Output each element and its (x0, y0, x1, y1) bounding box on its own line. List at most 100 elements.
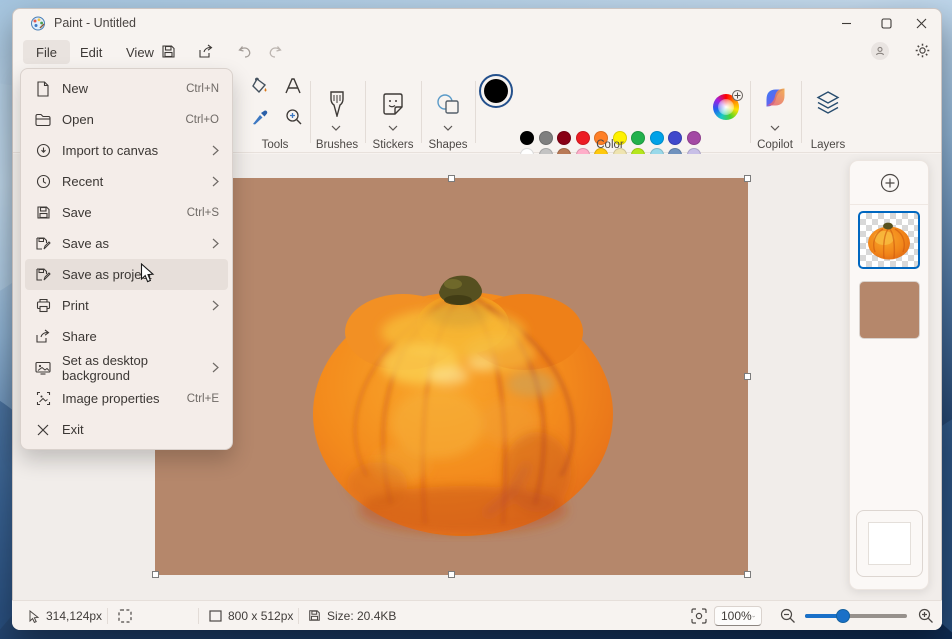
zoom-slider[interactable] (805, 614, 907, 618)
menu-file-label: File (36, 45, 57, 60)
color-swatch[interactable] (557, 131, 571, 145)
layer-thumbnail-pumpkin[interactable] (858, 211, 920, 269)
stickers-label: Stickers (365, 139, 421, 151)
account-button[interactable] (871, 42, 889, 60)
clock-icon (35, 174, 51, 190)
file-menu-item-label: Open (62, 112, 185, 127)
window-title: Paint - Untitled (54, 16, 136, 30)
folder-icon (35, 112, 51, 128)
share-quick-icon[interactable] (198, 44, 214, 59)
color-swatch[interactable] (520, 131, 534, 145)
titlebar[interactable]: Paint - Untitled (13, 9, 941, 37)
redo-icon[interactable] (268, 45, 283, 59)
cursor-position-value: 314,124px (46, 609, 102, 623)
save-icon (35, 205, 51, 221)
import-icon (35, 143, 51, 159)
minimize-button[interactable] (824, 9, 868, 37)
canvas-resize-handle[interactable] (448, 571, 455, 578)
file-menu-item-label: New (62, 81, 186, 96)
menu-edit[interactable]: Edit (67, 40, 115, 64)
zoom-slider-thumb[interactable] (836, 609, 850, 623)
file-menu-item-label: Save (62, 205, 187, 220)
chevron-down-icon (388, 125, 398, 131)
file-menu-item-label: Recent (62, 174, 212, 189)
color-swatch[interactable] (539, 131, 553, 145)
chevron-right-icon (212, 300, 219, 311)
menu-view[interactable]: View (113, 40, 167, 64)
canvas-resize-handle[interactable] (744, 373, 751, 380)
magnifier-tool[interactable] (284, 107, 304, 127)
close-icon (916, 18, 927, 29)
file-menu-item-label: Save as (62, 236, 212, 251)
desktop: Paint - Untitled File Edit View (0, 0, 952, 639)
stickers-button[interactable]: Stickers (365, 73, 421, 151)
file-menu-item-label: Exit (62, 422, 219, 437)
cursor-position-icon (29, 610, 40, 623)
add-layer-icon (879, 172, 901, 194)
file-menu-item-save[interactable]: Save Ctrl+S (25, 197, 228, 228)
text-tool[interactable] (283, 76, 303, 96)
new-file-icon (35, 81, 51, 97)
paint-app-icon (30, 15, 46, 31)
exit-icon (35, 422, 51, 438)
file-menu-item-label: Share (62, 329, 219, 344)
menu-file[interactable]: File (23, 40, 70, 64)
fit-to-screen-icon[interactable] (691, 608, 707, 624)
mouse-cursor (140, 263, 155, 284)
zoom-in-icon[interactable] (918, 608, 934, 624)
layers-button[interactable]: Layers (801, 73, 855, 151)
fill-bucket-tool[interactable] (249, 76, 271, 98)
file-menu-item-set-as-desktop-background[interactable]: Set as desktop background (25, 352, 228, 383)
color-swatch[interactable] (668, 131, 682, 145)
color-swatch[interactable] (650, 131, 664, 145)
add-layer-button[interactable] (879, 172, 901, 194)
shortcut-text: Ctrl+O (185, 114, 219, 126)
background-layer-button[interactable] (856, 510, 923, 577)
edit-colors-wheel[interactable] (713, 94, 739, 120)
image-properties-icon (35, 391, 51, 407)
save-quick-icon[interactable] (161, 44, 176, 59)
copilot-icon (764, 86, 787, 109)
file-menu-item-label: Image properties (62, 391, 187, 406)
close-button[interactable] (899, 9, 943, 37)
copilot-button[interactable]: Copilot (750, 73, 800, 151)
file-menu-item-import-to-canvas[interactable]: Import to canvas (25, 135, 228, 166)
zoom-level-dropdown[interactable]: 100% (714, 606, 762, 626)
zoom-out-icon[interactable] (780, 608, 796, 624)
primary-color-ring[interactable] (479, 74, 513, 108)
canvas[interactable] (155, 178, 748, 575)
menubar: File Edit View (13, 37, 941, 67)
file-menu-item-save-as-project[interactable]: Save as project (25, 259, 228, 290)
settings-gear-icon[interactable] (914, 42, 931, 59)
file-menu-item-share[interactable]: Share (25, 321, 228, 352)
eyedropper-tool[interactable] (250, 107, 270, 127)
maximize-icon (881, 18, 892, 29)
pumpkin-artwork (303, 250, 625, 542)
background-layer-swatch (868, 522, 911, 565)
file-menu-item-open[interactable]: Open Ctrl+O (25, 104, 228, 135)
shortcut-text: Ctrl+N (186, 83, 219, 95)
undo-icon[interactable] (237, 45, 252, 59)
chevron-right-icon (212, 145, 219, 156)
canvas-resize-handle[interactable] (744, 571, 751, 578)
file-menu-item-print[interactable]: Print (25, 290, 228, 321)
canvas-resize-handle[interactable] (152, 571, 159, 578)
file-menu-item-new[interactable]: New Ctrl+N (25, 73, 228, 104)
file-menu-item-label: Set as desktop background (62, 353, 212, 383)
file-menu-item-exit[interactable]: Exit (25, 414, 228, 445)
layers-icon (816, 90, 840, 116)
shapes-button[interactable]: Shapes (421, 73, 475, 151)
file-menu-dropdown: New Ctrl+N Open Ctrl+O Import to canvas … (20, 68, 233, 450)
file-menu-item-save-as[interactable]: Save as (25, 228, 228, 259)
file-menu-item-recent[interactable]: Recent (25, 166, 228, 197)
brushes-button[interactable]: Brushes (309, 73, 365, 151)
canvas-resize-handle[interactable] (448, 175, 455, 182)
menu-view-label: View (126, 45, 154, 60)
share-icon (35, 329, 51, 345)
canvas-resize-handle[interactable] (744, 175, 751, 182)
layer-thumbnail-background[interactable] (859, 281, 920, 339)
file-menu-item-image-properties[interactable]: Image properties Ctrl+E (25, 383, 228, 414)
primary-color-swatch (484, 79, 508, 103)
color-swatch[interactable] (687, 131, 701, 145)
shortcut-text: Ctrl+S (187, 207, 219, 219)
